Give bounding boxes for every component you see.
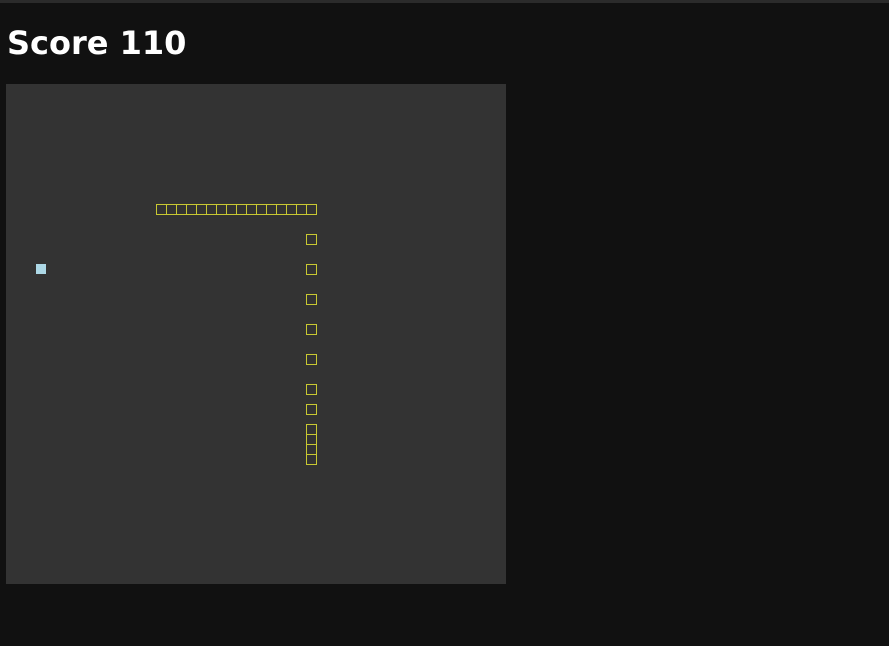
snake-segment: [306, 234, 317, 245]
score-display: Score 110: [7, 24, 187, 62]
snake-segment: [306, 294, 317, 305]
food-pellet: [36, 264, 46, 274]
snake-segment: [306, 264, 317, 275]
snake-segment: [306, 404, 317, 415]
game-board[interactable]: [6, 84, 506, 584]
snake-segment: [306, 204, 317, 215]
snake-segment: [306, 324, 317, 335]
snake-segment: [306, 454, 317, 465]
snake-segment: [306, 384, 317, 395]
snake-segment: [306, 354, 317, 365]
top-border: [0, 0, 889, 3]
